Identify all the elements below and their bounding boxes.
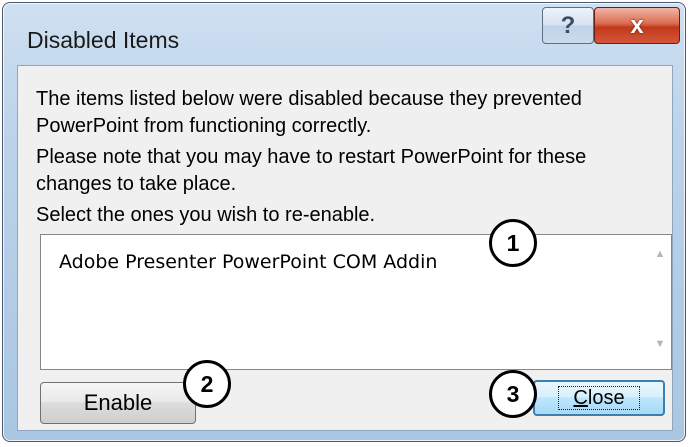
callout-1: 1 xyxy=(489,219,537,267)
disabled-items-list[interactable]: Adobe Presenter PowerPoint COM Addin ▲ ▼ xyxy=(40,234,672,370)
scroll-up-arrow-icon[interactable]: ▲ xyxy=(651,245,669,263)
dialog-title: Disabled Items xyxy=(27,27,180,53)
restart-note-text: Please note that you may have to restart… xyxy=(36,146,587,195)
enable-button[interactable]: Enable xyxy=(40,382,196,424)
close-icon: x xyxy=(630,11,644,39)
description-text: The items listed below were disabled bec… xyxy=(36,88,582,137)
scroll-down-arrow-icon[interactable]: ▼ xyxy=(651,335,669,353)
close-button[interactable]: Close xyxy=(533,380,665,416)
help-button[interactable]: ? xyxy=(542,7,594,44)
close-button-label: Close xyxy=(558,386,640,410)
title-close-button[interactable]: x xyxy=(594,7,680,44)
callout-3: 3 xyxy=(489,370,537,418)
question-mark-icon: ? xyxy=(560,11,576,39)
enable-button-label: Enable xyxy=(83,390,153,415)
instruction-text: Select the ones you wish to re-enable. xyxy=(36,204,376,226)
disabled-items-dialog: Disabled Items ? x The items listed belo… xyxy=(2,2,686,442)
list-item[interactable]: Adobe Presenter PowerPoint COM Addin xyxy=(59,251,437,273)
callout-2: 2 xyxy=(183,360,231,408)
